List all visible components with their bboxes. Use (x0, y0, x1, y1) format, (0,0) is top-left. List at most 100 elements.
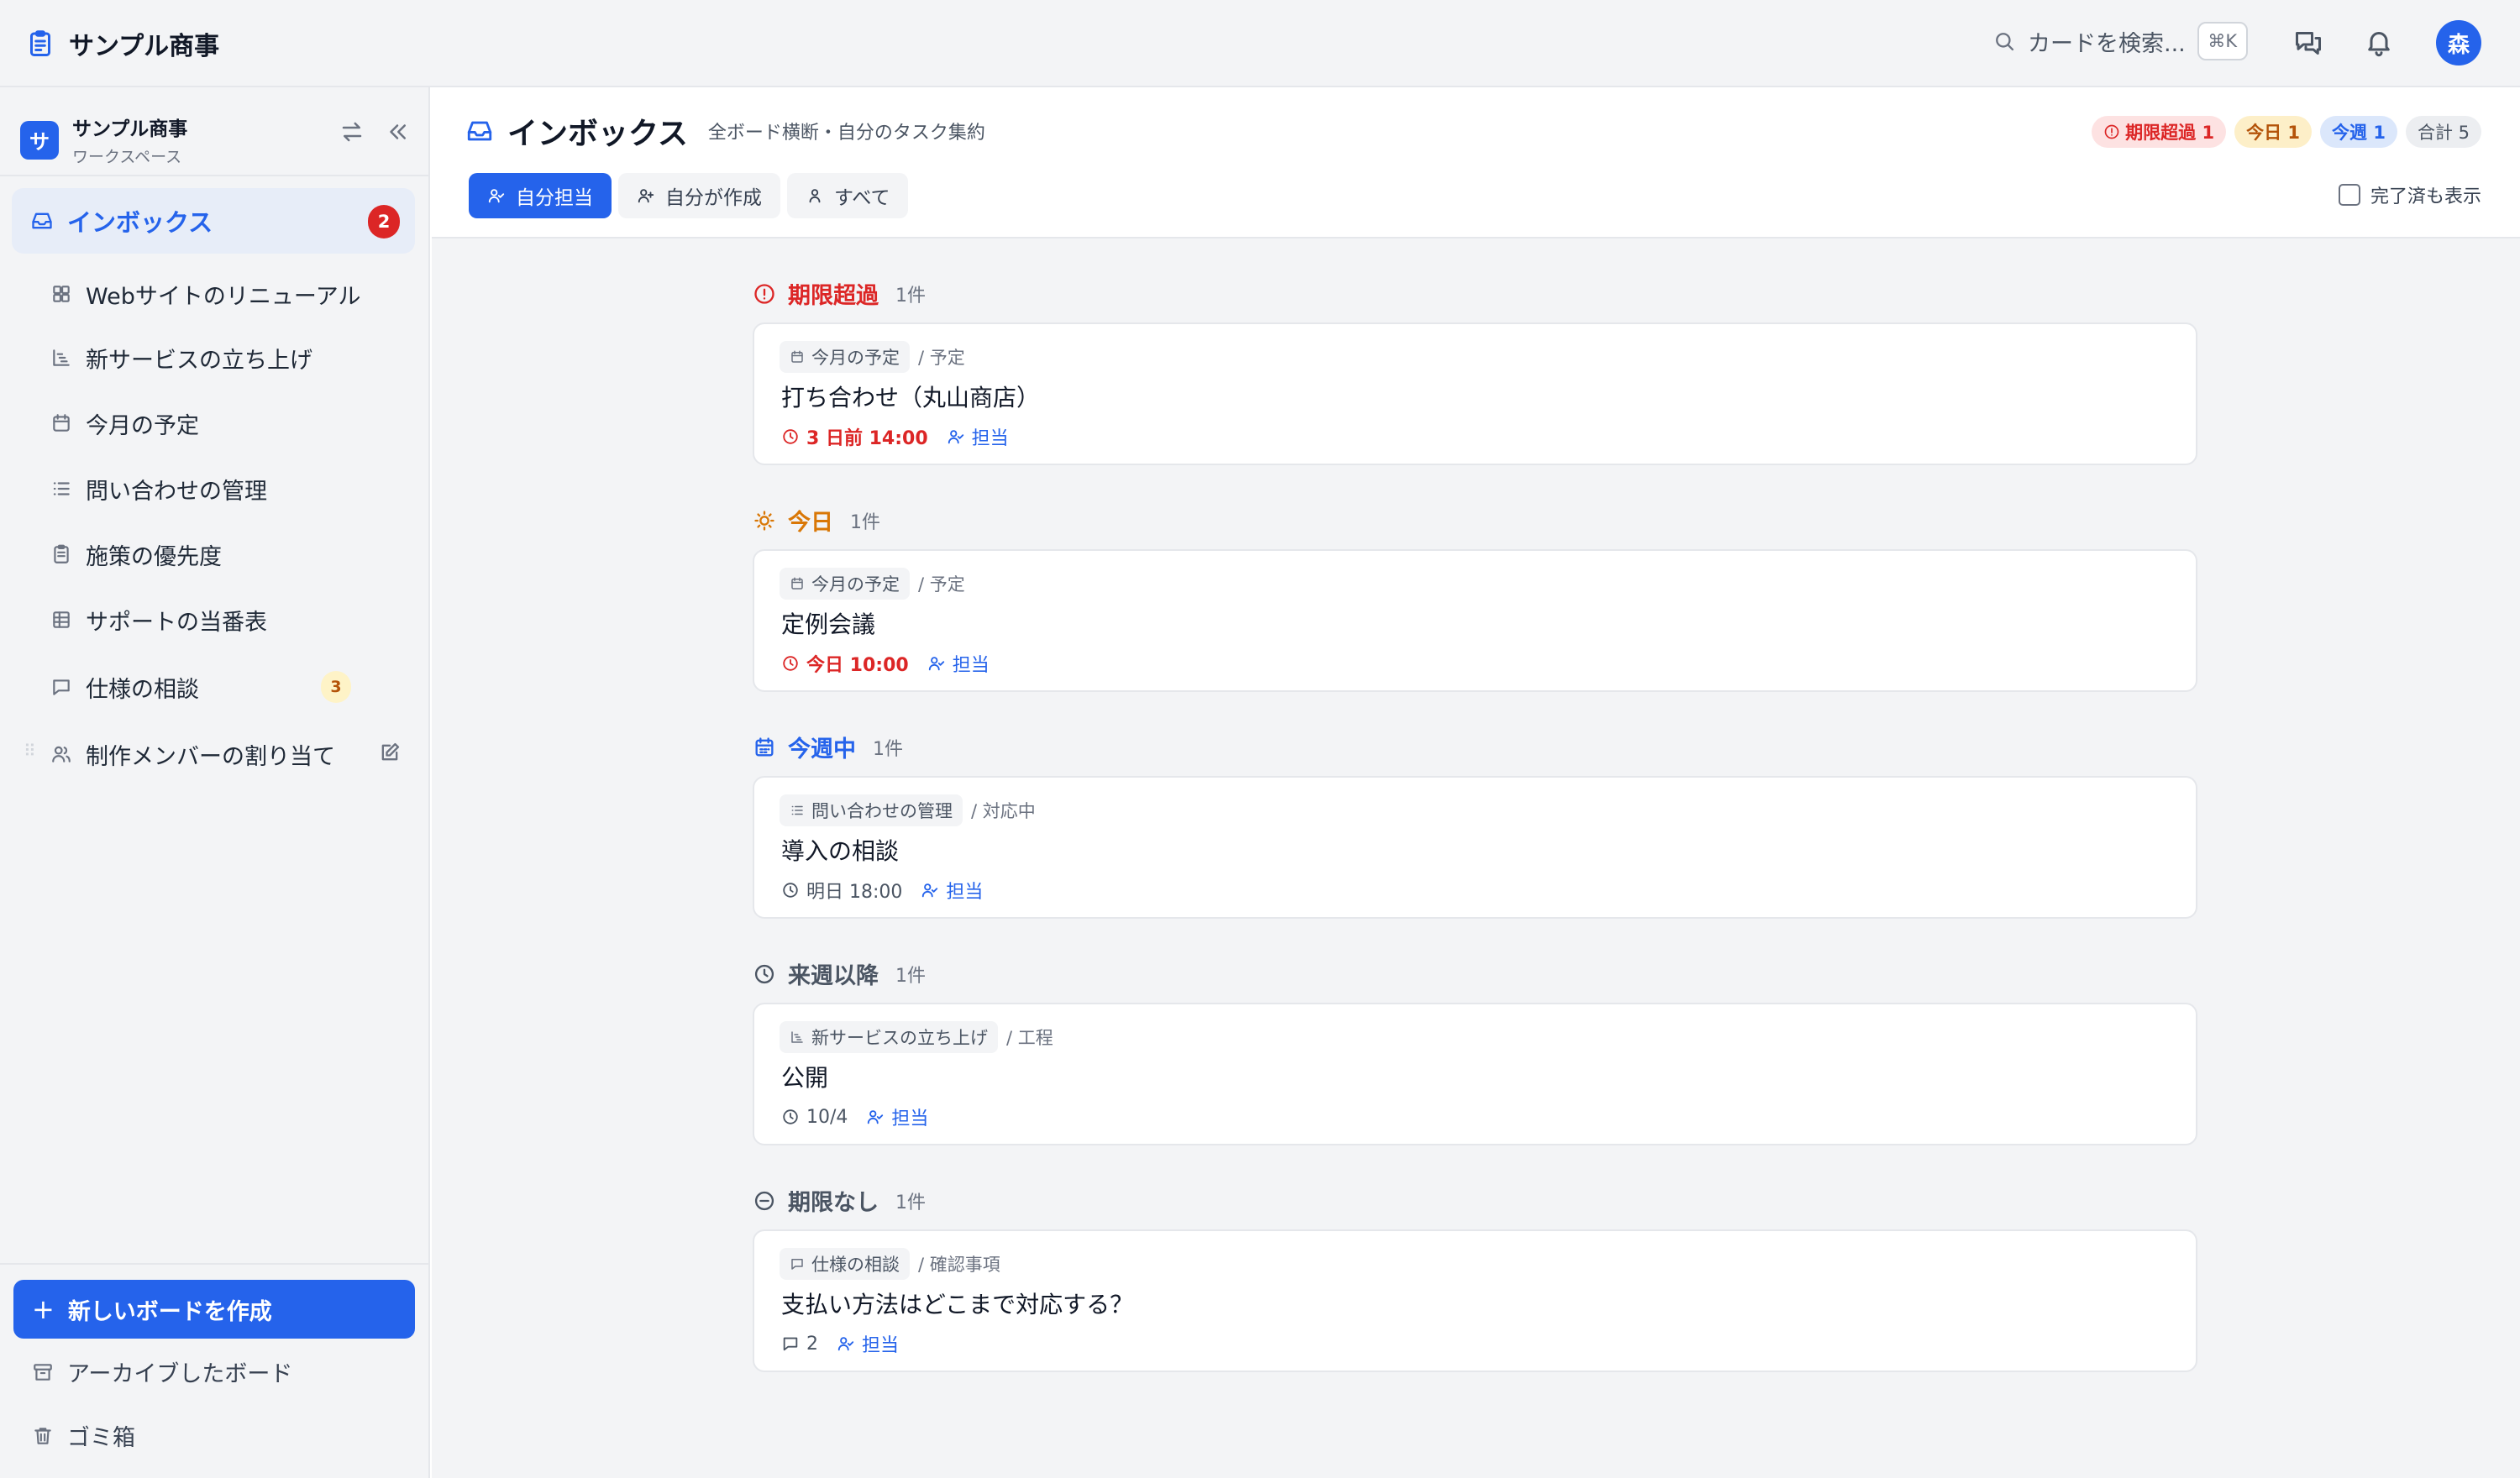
new-board-button[interactable]: + 新しいボードを作成 (13, 1280, 415, 1339)
workspace-badge: サ (20, 120, 59, 160)
board-name: 仕様の相談 (811, 1255, 900, 1275)
sidebar-item-member-assignment[interactable]: 制作メンバーの割り当て (50, 729, 420, 779)
comment-count: 2 (781, 1334, 818, 1355)
board-pill[interactable]: 今月の予定 (780, 341, 910, 373)
sidebar-item-label: 仕様の相談 (86, 676, 199, 703)
list-icon (53, 482, 70, 495)
trash-icon (34, 1427, 51, 1444)
show-completed-toggle[interactable]: 完了済も表示 (2338, 181, 2481, 208)
today-chip[interactable]: 今日 1 (2234, 116, 2313, 148)
section-no-deadline-header: 期限なし 1件 (753, 1184, 926, 1217)
comment-count-text: 2 (806, 1333, 818, 1355)
inbox-icon (467, 121, 492, 141)
calendar-icon (791, 577, 803, 590)
column-name: / 確認事項 (918, 1255, 1000, 1275)
task-card[interactable]: 今月の予定 / 予定 打ち合わせ（丸山商店） 3 日前 14:00 担当 (753, 322, 2197, 465)
board-pill[interactable]: 問い合わせの管理 (780, 794, 963, 826)
assignee: 担当 (921, 877, 983, 904)
show-completed-label: 完了済も表示 (2370, 186, 2481, 207)
board-pill[interactable]: 仕様の相談 (780, 1248, 910, 1280)
summary-chips: 期限超過 1 今日 1 今週 1 合計 5 (2092, 116, 2481, 148)
workspace-switcher[interactable]: サ サンプル商事 ワークスペース (20, 113, 187, 167)
trash-link[interactable]: ゴミ箱 (32, 1419, 135, 1452)
app-brand[interactable]: サンプル商事 (25, 25, 219, 62)
task-card[interactable]: 問い合わせの管理 / 対応中 導入の相談 明日 18:00 担当 (753, 776, 2197, 919)
due-date: 明日 18:00 (781, 877, 902, 904)
sidebar-item-spec-discussion[interactable]: 仕様の相談 3 (50, 662, 420, 712)
calendar-icon (791, 350, 803, 363)
section-count: 1件 (895, 1192, 926, 1213)
sidebar-item-priorities[interactable]: 施策の優先度 (50, 529, 420, 579)
sidebar-item-label: Webサイトのリニューアル (86, 283, 361, 310)
task-card[interactable]: 新サービスの立ち上げ / 工程 公開 10/4 担当 (753, 1003, 2197, 1145)
clock-icon (783, 656, 798, 671)
card-meta: 2 担当 (781, 1330, 899, 1357)
sidebar-item-label: 制作メンバーの割り当て (86, 743, 335, 770)
chat-icon (791, 1259, 803, 1270)
bell-icon[interactable] (2364, 27, 2394, 57)
section-name: 期限超過 (788, 283, 879, 309)
week-chip[interactable]: 今週 1 (2320, 116, 2397, 148)
comment-icon (783, 1337, 798, 1351)
section-name: 期限なし (788, 1190, 879, 1216)
switch-workspace-icon[interactable] (339, 119, 365, 144)
sidebar-item-new-service[interactable]: 新サービスの立ち上げ (50, 333, 420, 383)
overdue-chip[interactable]: 期限超過 1 (2092, 116, 2227, 148)
section-name: 今週中 (788, 736, 856, 763)
sidebar-item-inquiries[interactable]: 問い合わせの管理 (50, 464, 420, 514)
sidebar-item-label: 今月の予定 (86, 412, 199, 439)
calendar-icon (755, 736, 774, 756)
app-title: サンプル商事 (69, 32, 220, 61)
tab-created-by-me[interactable]: 自分が作成 (618, 173, 780, 218)
sidebar: サ サンプル商事 ワークスペース インボックス 2 Webサイトのリニューアル … (0, 87, 430, 1478)
collapse-sidebar-icon[interactable] (385, 119, 410, 144)
user-check-icon (928, 657, 944, 671)
due-date: 10/4 (781, 1107, 848, 1128)
section-name: 来週以降 (788, 963, 879, 989)
sidebar-item-website-renewal[interactable]: Webサイトのリニューアル (50, 269, 420, 319)
user-check-icon (837, 1337, 854, 1351)
gantt-icon (791, 1031, 803, 1043)
board-pill[interactable]: 今月の予定 (780, 568, 910, 600)
edit-icon[interactable] (378, 741, 402, 764)
card-title: 支払い方法はどこまで対応する？ (781, 1291, 1134, 1318)
card-title: 公開 (781, 1064, 829, 1092)
board-pill[interactable]: 新サービスの立ち上げ (780, 1021, 998, 1053)
clock-icon (783, 883, 798, 898)
archived-boards-link[interactable]: アーカイブしたボード (32, 1355, 292, 1388)
new-board-label: 新しいボードを作成 (67, 1298, 272, 1325)
task-card[interactable]: 仕様の相談 / 確認事項 支払い方法はどこまで対応する？ 2 担当 (753, 1229, 2197, 1372)
user-check-icon (948, 430, 963, 444)
card-meta: 明日 18:00 担当 (781, 877, 983, 904)
task-card[interactable]: 今月の予定 / 予定 定例会議 今日 10:00 担当 (753, 549, 2197, 692)
main-header: インボックス 全ボード横断・自分のタスク集約 期限超過 1 今日 1 今週 1 … (432, 87, 2520, 238)
workspace-subtitle: ワークスペース (72, 148, 182, 166)
search-placeholder[interactable]: カードを検索... (2028, 25, 2186, 58)
assignee-label: 担当 (971, 428, 1009, 449)
card-meta: 今日 10:00 担当 (781, 650, 990, 677)
assignee-label: 担当 (952, 655, 990, 676)
sidebar-item-inbox[interactable]: インボックス 2 (12, 188, 415, 254)
column-name: / 対応中 (971, 801, 1036, 821)
search-shortcut-hint: ⌘K (2197, 22, 2248, 60)
drag-handle-icon[interactable]: ⠿ (24, 741, 36, 761)
minus-circle-icon (754, 1191, 774, 1210)
total-chip: 合計 5 (2405, 116, 2481, 148)
filter-tabs: 自分担当 自分が作成 すべて (469, 173, 909, 218)
clipboard-icon (30, 30, 50, 56)
users-icon (52, 746, 71, 763)
sidebar-item-support-rota[interactable]: サポートの当番表 (50, 595, 420, 645)
user-avatar[interactable]: 森 (2436, 20, 2481, 66)
section-this-week-header: 今週中 1件 (753, 731, 903, 763)
sidebar-item-monthly-schedule[interactable]: 今月の予定 (50, 398, 420, 448)
tab-label: 自分が作成 (665, 187, 762, 209)
messages-icon[interactable] (2293, 27, 2323, 57)
archive-icon (34, 1363, 52, 1381)
card-search[interactable]: カードを検索... ⌘K (1992, 22, 2248, 60)
tab-assigned-to-me[interactable]: 自分担当 (469, 173, 612, 218)
archived-boards-label: アーカイブしたボード (67, 1361, 293, 1387)
due-date-text: 今日 10:00 (806, 655, 909, 676)
card-title: 打ち合わせ（丸山商店） (781, 384, 1041, 411)
tab-all[interactable]: すべて (787, 173, 909, 218)
show-completed-checkbox[interactable] (2338, 184, 2360, 206)
